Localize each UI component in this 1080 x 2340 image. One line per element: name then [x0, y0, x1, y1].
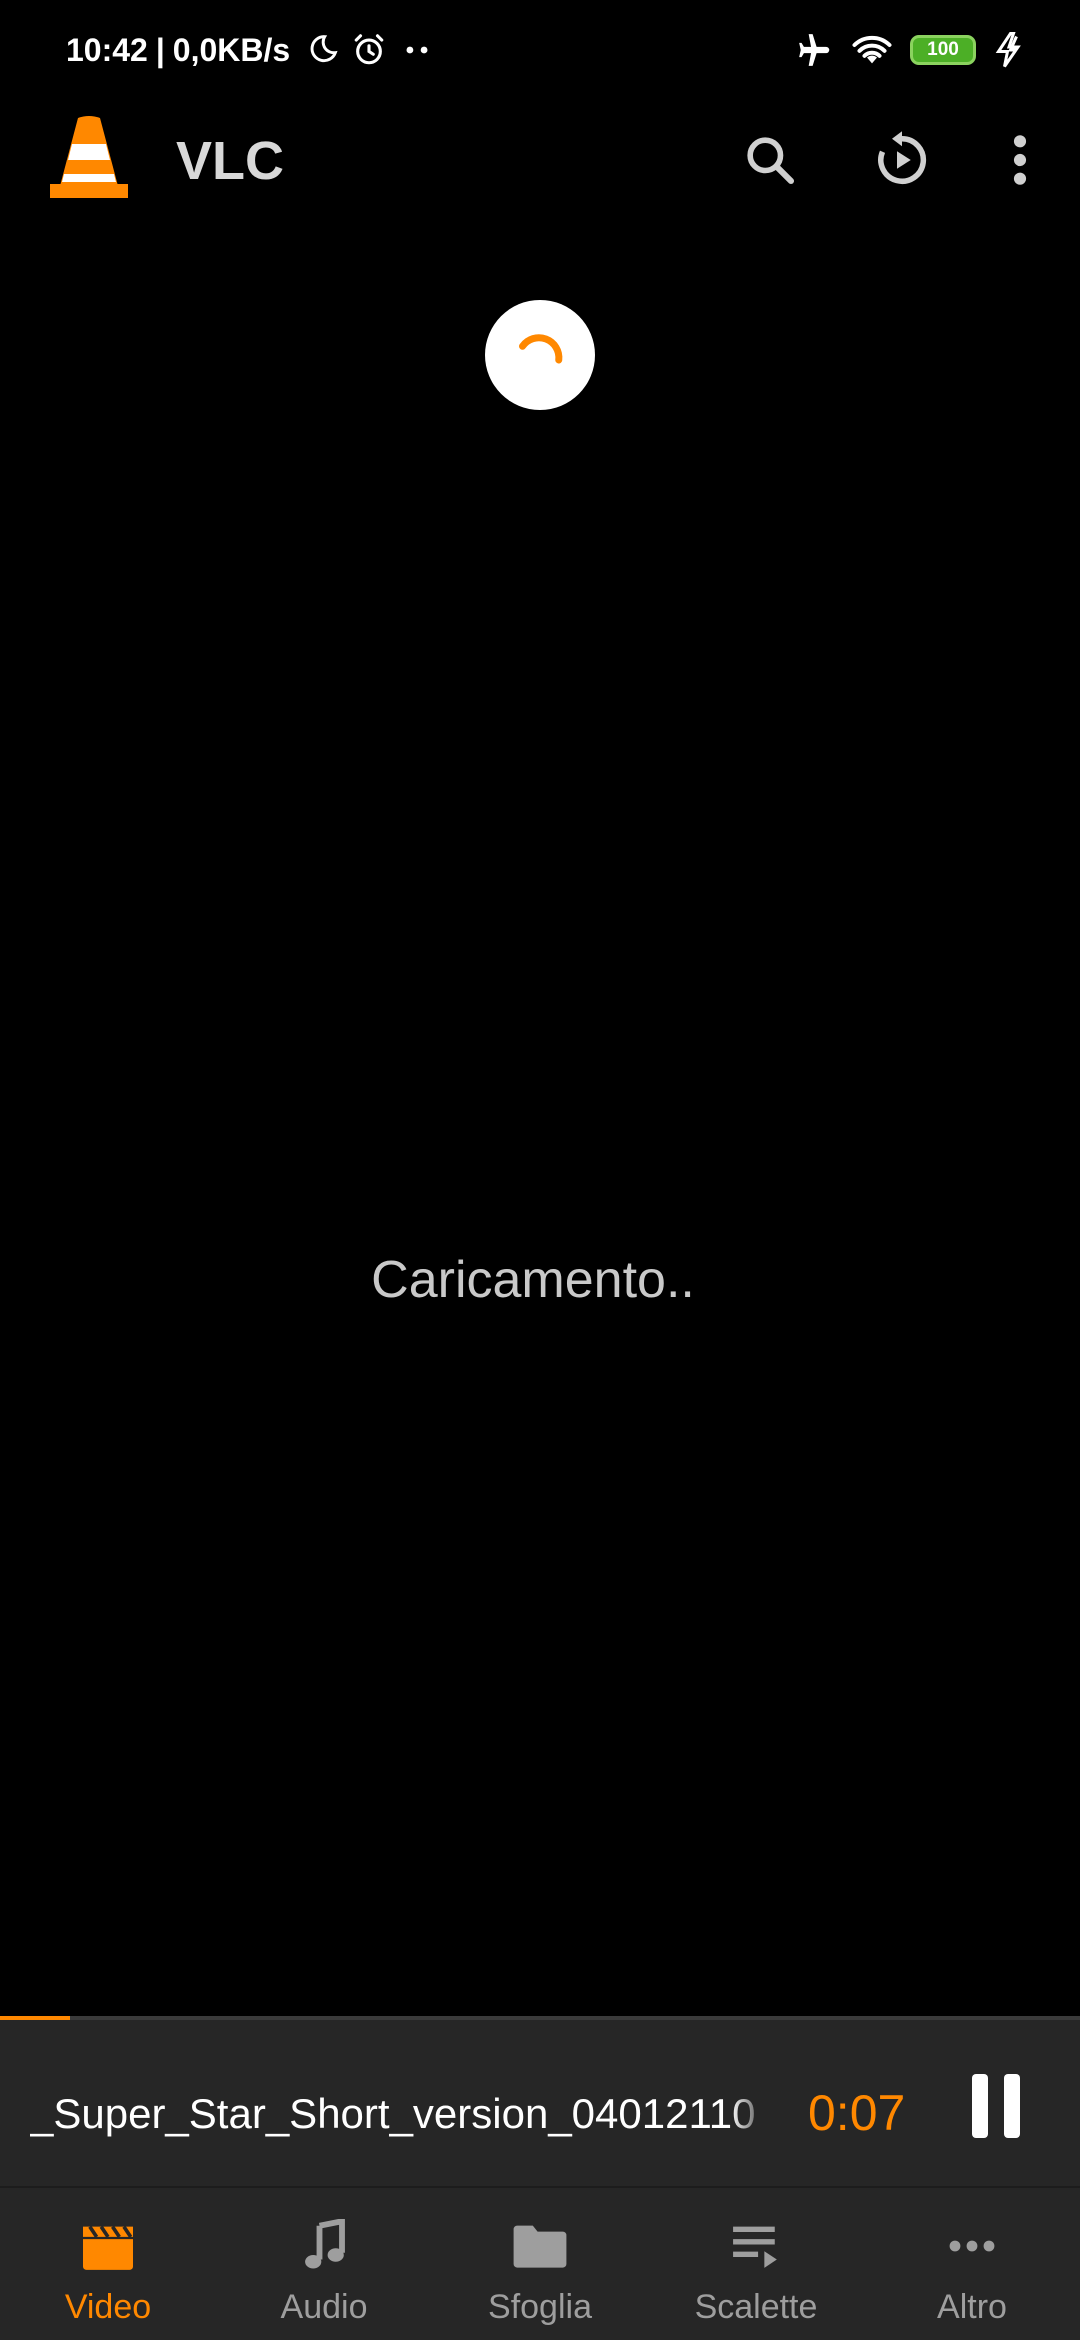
nav-item-sfoglia[interactable]: Sfoglia [432, 2188, 648, 2340]
vlc-logo [50, 116, 128, 198]
moon-icon [310, 35, 338, 63]
nav-item-video[interactable]: Video [0, 2188, 216, 2340]
mini-player[interactable]: _Super_Star_Short_version_04012110 0:07 [0, 2016, 1080, 2186]
playback-progress-fill [0, 2016, 71, 2020]
status-right: 100 [796, 28, 1024, 72]
music-note-icon [305, 2219, 345, 2269]
airplane-icon [799, 34, 830, 66]
nav-item-audio[interactable]: Audio [216, 2188, 432, 2340]
overflow-menu-icon [1013, 135, 1027, 185]
status-separator: | [155, 31, 165, 68]
status-icons-left [306, 33, 434, 67]
more-horizontal-icon [949, 2240, 995, 2252]
app-title: VLC [176, 131, 284, 191]
battery-icon: 100 [910, 35, 976, 65]
nav-item-altro[interactable]: Altro [864, 2188, 1080, 2340]
playback-progress-track [0, 2016, 1080, 2020]
pause-icon [972, 2074, 988, 2138]
charging-icon [995, 32, 1021, 68]
spinner-arc-icon [519, 334, 563, 364]
status-bar: 10:42 | 0,0KB/s 100 [0, 0, 1080, 100]
more-dots-icon [406, 46, 428, 54]
app-bar: VLC [0, 100, 1080, 220]
resume-playback-button[interactable] [866, 124, 938, 196]
bottom-navigation: Video Audio Sfoglia Scalette Altro [0, 2186, 1080, 2340]
loading-spinner [485, 300, 595, 410]
video-clapper-icon [83, 2225, 133, 2270]
now-playing-title[interactable]: _Super_Star_Short_version_04012110 [30, 2090, 770, 2138]
nav-label-audio: Audio [280, 2288, 368, 2326]
pause-button[interactable] [956, 2066, 1036, 2146]
nav-label-video: Video [64, 2288, 152, 2326]
folder-icon [513, 2225, 567, 2268]
status-time: 10:42 [66, 31, 148, 68]
overflow-menu-button[interactable] [984, 124, 1056, 196]
now-playing-time: 0:07 [808, 2085, 906, 2141]
nav-item-scalette[interactable]: Scalette [648, 2188, 864, 2340]
wifi-icon [852, 35, 892, 64]
search-button[interactable] [734, 124, 806, 196]
network-speed: 0,0KB/s [172, 31, 291, 68]
nav-label-altro: Altro [937, 2288, 1007, 2326]
resume-playback-icon [878, 131, 927, 184]
loading-text: Caricamento.. [371, 1251, 695, 1309]
playlist-icon [733, 2226, 777, 2268]
nav-label-scalette: Scalette [694, 2288, 818, 2326]
nav-label-sfoglia: Sfoglia [488, 2288, 592, 2326]
battery-level: 100 [927, 39, 959, 60]
alarm-icon [354, 34, 384, 65]
search-icon [747, 137, 795, 185]
status-left: 10:42 | 0,0KB/s [66, 28, 434, 72]
